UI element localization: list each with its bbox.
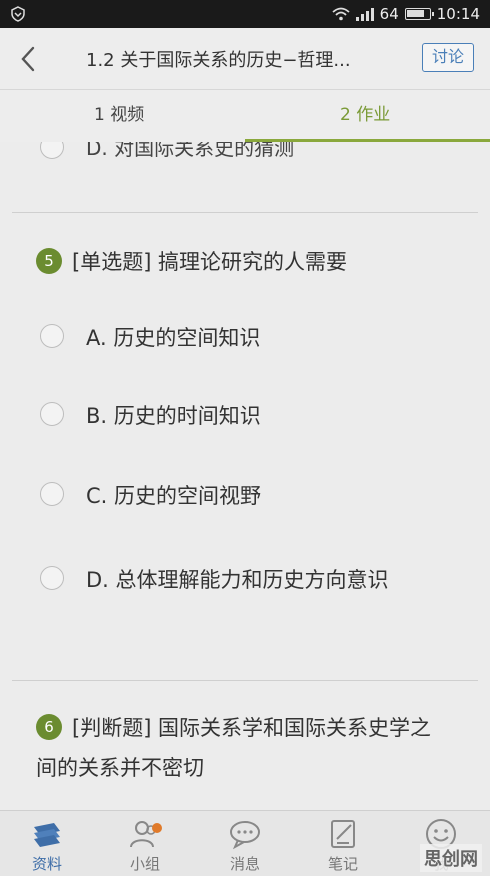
question-number-badge: 5 — [36, 248, 62, 274]
question-5: 5 [单选题] 搞理论研究的人需要 — [36, 242, 450, 282]
nav-group[interactable]: 小组 — [110, 817, 180, 874]
option-d[interactable]: D. 总体理解能力和历史方向意识 — [40, 556, 450, 603]
nav-label: 笔记 — [327, 855, 358, 873]
discuss-button[interactable]: 讨论 — [422, 43, 474, 72]
page-title: 1.2 关于国际关系的历史−哲理... — [86, 50, 351, 71]
question-6: 6 [判断题] 国际关系学和国际关系史学之间的关系并不密切 — [36, 708, 450, 788]
tab-homework[interactable]: 2 作业 — [340, 100, 390, 125]
header: 1.2 关于国际关系的历史−哲理... 讨论 — [0, 28, 490, 90]
tab-bar: 1 视频 2 作业 — [0, 90, 490, 142]
divider — [12, 680, 478, 681]
question-text: [单选题] 搞理论研究的人需要 — [72, 250, 348, 274]
option-label: A. 历史的空间知识 — [86, 326, 261, 350]
nav-label: 小组 — [129, 855, 160, 873]
wifi-icon — [332, 7, 350, 21]
note-icon — [331, 820, 355, 848]
option-label: C. 历史的空间视野 — [86, 484, 262, 508]
signal-icon — [355, 7, 374, 21]
option-c[interactable]: C. 历史的空间视野 — [40, 476, 450, 515]
nav-materials[interactable]: 资料 — [12, 817, 82, 874]
radio-icon[interactable] — [40, 566, 64, 590]
bottom-nav: 资料 小组 消息 笔记 我 — [0, 810, 490, 876]
radio-icon[interactable] — [40, 324, 64, 348]
tab-video[interactable]: 1 视频 — [94, 100, 144, 125]
nav-label: 资料 — [31, 855, 62, 873]
question-list[interactable]: D. 对国际关系史的猜测 5 [单选题] 搞理论研究的人需要 A. 历史的空间知识… — [0, 142, 490, 810]
chat-icon — [230, 821, 260, 850]
status-bar: 64 10:14 — [0, 0, 490, 28]
nav-messages[interactable]: 消息 — [210, 817, 280, 874]
question-text: [判断题] 国际关系学和国际关系史学之间的关系并不密切 — [36, 716, 432, 780]
option-b[interactable]: B. 历史的时间知识 — [40, 396, 450, 435]
radio-icon[interactable] — [40, 482, 64, 506]
question-number-badge: 6 — [36, 714, 62, 740]
option-a[interactable]: A. 历史的空间知识 — [40, 318, 450, 357]
option-partial[interactable]: D. 对国际关系史的猜测 — [40, 142, 294, 161]
divider — [12, 212, 478, 213]
notification-dot — [152, 823, 162, 833]
watermark: 思创网 — [420, 844, 482, 872]
back-arrow-icon[interactable] — [16, 44, 42, 74]
shield-icon — [11, 6, 25, 22]
signal-text: 64 — [379, 5, 399, 23]
option-label: B. 历史的时间知识 — [86, 404, 261, 428]
nav-label: 消息 — [229, 855, 260, 873]
option-label: D. 总体理解能力和历史方向意识 — [86, 568, 389, 592]
books-icon — [34, 823, 60, 847]
radio-icon[interactable] — [40, 142, 64, 159]
radio-icon[interactable] — [40, 402, 64, 426]
option-label: D. 对国际关系史的猜测 — [86, 142, 295, 160]
clock: 10:14 — [436, 5, 480, 23]
battery-icon — [404, 8, 434, 20]
nav-notes[interactable]: 笔记 — [308, 817, 378, 874]
